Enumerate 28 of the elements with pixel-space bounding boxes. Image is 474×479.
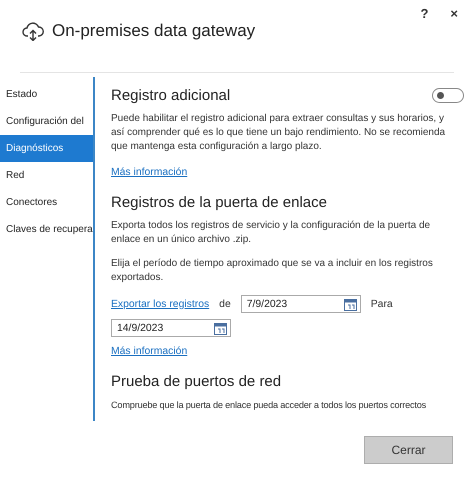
section-title: Prueba de puertos de red [111,373,282,390]
close-dialog-button[interactable]: Cerrar [364,436,453,464]
sidebar-item[interactable]: Diagnósticos [0,135,93,162]
more-info-link[interactable]: Más información [111,346,188,357]
export-logs-link[interactable]: Exportar los registros [111,298,210,310]
close-button[interactable]: × [450,6,458,21]
cloud-upload-icon [22,21,44,41]
date-field[interactable]: 7/9/2023 [240,295,361,313]
sidebar-item[interactable]: Configuración del [0,108,93,135]
description-text: Compruebe que la puerta de enlace pueda acceder a todos los puertos correctos [111,399,428,412]
section-title: Registros de la puerta de enlace [111,194,327,211]
from-label: de [219,298,231,310]
to-label: Para [370,298,393,310]
sidebar-item[interactable]: Conectores [0,189,93,216]
sidebar-item[interactable]: Red [0,162,93,189]
help-button[interactable]: ? [420,6,428,21]
description-text: Exporta todos los registros de servicio y la configuración de la puerta de enlace en un único archivo .zip. [111,219,432,247]
section-title: Registro adicional [111,87,230,104]
date-field[interactable]: 14/9/2023 [111,319,231,337]
toggle-switch[interactable] [432,88,464,103]
sidebar-item[interactable]: Claves de recupera [0,216,93,243]
sidebar-item[interactable]: Estado [0,81,93,108]
description-text: Elija el período de tiempo aproximado que se va a incluir en los registros exportados. [111,257,434,285]
window-title: On-premises data gateway [52,21,256,41]
more-info-link[interactable]: Más información [111,167,188,178]
calendar-icon[interactable] [214,322,227,334]
description-text: Puede habilitar el registro adicional para extraer consultas y sus horarios, y así comprender qué es lo que tiene un bajo rendimiento. No se recomienda que mantenga esta configuración a largo plazo. [111,112,446,154]
calendar-icon[interactable] [344,298,357,310]
